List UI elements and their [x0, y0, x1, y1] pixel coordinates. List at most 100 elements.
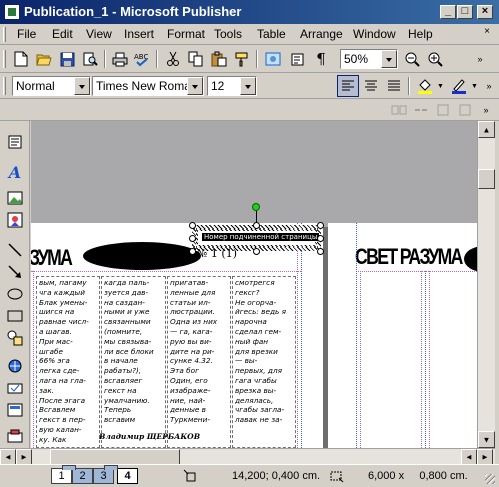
autoshapes-icon[interactable]: [4, 327, 26, 349]
chevron-down-icon[interactable]: [187, 77, 203, 95]
chevron-down-icon[interactable]: [240, 77, 256, 95]
select-objects-icon[interactable]: [4, 131, 26, 153]
align-left-button[interactable]: [337, 75, 359, 97]
resize-handle[interactable]: [253, 248, 260, 255]
print-icon[interactable]: [109, 48, 131, 70]
close-document-icon[interactable]: ×: [480, 26, 494, 40]
toolbar-options-icon[interactable]: »: [472, 48, 488, 70]
page-right[interactable]: СВЕТ РАЗУМА: [328, 223, 477, 448]
menu-view[interactable]: View: [86, 27, 112, 41]
wordart-icon[interactable]: A: [4, 161, 26, 183]
resize-handle[interactable]: [317, 248, 324, 255]
zoom-in-icon[interactable]: [424, 48, 446, 70]
style-select[interactable]: Normal: [12, 76, 91, 96]
form-control-icon[interactable]: [4, 377, 26, 399]
previous-text-box-icon[interactable]: [432, 99, 454, 121]
resize-handle[interactable]: [317, 222, 324, 229]
next-text-box-icon[interactable]: [454, 99, 476, 121]
line-tool-icon[interactable]: [4, 239, 26, 261]
copy-icon[interactable]: [185, 48, 207, 70]
scroll-up-button[interactable]: ▲: [478, 121, 495, 138]
design-gallery-icon[interactable]: [4, 425, 26, 447]
menu-file[interactable]: File: [17, 27, 36, 41]
fill-color-icon[interactable]: [414, 75, 436, 97]
arrow-tool-icon[interactable]: [4, 261, 26, 283]
zoom-select[interactable]: 50%: [340, 49, 398, 69]
html-fragment-icon[interactable]: [4, 399, 26, 421]
save-icon[interactable]: [56, 48, 78, 70]
resize-handle[interactable]: [317, 235, 324, 242]
paste-icon[interactable]: [208, 48, 230, 70]
clip-art-icon[interactable]: [4, 209, 26, 231]
heading-black-oval[interactable]: [464, 246, 477, 272]
resize-handle[interactable]: [189, 222, 196, 229]
resize-handle[interactable]: [189, 235, 196, 242]
menu-arrange[interactable]: Arrange: [300, 27, 343, 41]
scroll-right-small-button[interactable]: ►: [16, 449, 32, 465]
chevron-down-icon[interactable]: [74, 77, 90, 95]
toolbar-grip[interactable]: [3, 50, 6, 68]
menu-window[interactable]: Window: [353, 27, 396, 41]
rotation-handle[interactable]: [252, 203, 260, 211]
minimize-button[interactable]: _: [440, 5, 456, 19]
scroll-down-button[interactable]: ▼: [478, 431, 495, 448]
publisher-app-icon[interactable]: [4, 4, 20, 20]
toolbar-separator: [104, 50, 106, 68]
break-link-icon[interactable]: [410, 99, 432, 121]
resize-handle[interactable]: [253, 222, 260, 229]
font-size-select[interactable]: 12: [207, 76, 257, 96]
menu-help[interactable]: Help: [408, 27, 433, 41]
column-1-text: вым, пагаму чга каждый Блак умены- шигся…: [39, 278, 89, 444]
menubar-grip[interactable]: [3, 27, 6, 42]
chevron-down-icon[interactable]: [381, 50, 397, 68]
maximize-button[interactable]: □: [457, 5, 473, 19]
justify-button[interactable]: [383, 75, 405, 97]
chevron-down-icon[interactable]: ▼: [471, 83, 478, 90]
font-select[interactable]: Times New Roman: [92, 76, 204, 96]
toolbar-options-icon[interactable]: »: [478, 99, 494, 121]
rectangle-tool-icon[interactable]: [4, 305, 26, 327]
scroll-left-button[interactable]: ◄: [461, 449, 477, 465]
vertical-scroll-thumb[interactable]: [478, 169, 495, 189]
create-text-link-icon[interactable]: [388, 99, 410, 121]
menu-bar: File Edit View Insert Format Tools Table…: [0, 24, 499, 45]
page-tab-2[interactable]: 2: [72, 468, 93, 484]
vertical-scrollbar[interactable]: ▲ ▼: [477, 121, 495, 448]
picture-frame-icon[interactable]: [4, 187, 26, 209]
close-button[interactable]: ×: [477, 5, 493, 19]
print-preview-icon[interactable]: [79, 48, 101, 70]
menu-table[interactable]: Table: [257, 27, 286, 41]
insert-picture-icon[interactable]: [262, 48, 284, 70]
publication-workspace[interactable]: ЗУМА вым, пагаму чга каждый Блак умены- …: [31, 121, 477, 448]
horizontal-scrollbar[interactable]: ◄ ► ◄ ►: [0, 448, 495, 465]
toolbar-grip[interactable]: [3, 77, 6, 95]
page-tab-4-active[interactable]: 4: [117, 468, 138, 484]
page-left[interactable]: ЗУМА вым, пагаму чга каждый Блак умены- …: [31, 223, 323, 448]
format-painter-icon[interactable]: [231, 48, 253, 70]
resize-handle[interactable]: [189, 248, 196, 255]
resize-grip[interactable]: [485, 474, 495, 484]
page-tab-1[interactable]: 1: [51, 468, 72, 484]
page-tab-3[interactable]: 3: [93, 468, 114, 484]
scroll-right-button[interactable]: ►: [477, 449, 493, 465]
hot-spot-icon[interactable]: [4, 355, 26, 377]
show-paragraph-marks-icon[interactable]: ¶: [310, 48, 332, 70]
spelling-icon[interactable]: ABC: [132, 48, 154, 70]
heading-black-oval[interactable]: [83, 242, 201, 270]
undo-icon[interactable]: [287, 48, 309, 70]
chevron-down-icon[interactable]: ▼: [437, 83, 444, 90]
menu-insert[interactable]: Insert: [124, 27, 154, 41]
zoom-out-icon[interactable]: [401, 48, 423, 70]
menu-edit[interactable]: Edit: [52, 27, 73, 41]
menu-format[interactable]: Format: [167, 27, 205, 41]
oval-tool-icon[interactable]: [4, 283, 26, 305]
open-folder-icon[interactable]: [33, 48, 55, 70]
menu-tools[interactable]: Tools: [214, 27, 242, 41]
align-center-button[interactable]: [360, 75, 382, 97]
scroll-left-button[interactable]: ◄: [0, 449, 16, 465]
toolbar-options-icon[interactable]: »: [482, 75, 496, 97]
new-document-icon[interactable]: [10, 48, 32, 70]
horizontal-scroll-thumb[interactable]: [50, 449, 180, 465]
line-color-icon[interactable]: [448, 75, 470, 97]
cut-icon[interactable]: [162, 48, 184, 70]
